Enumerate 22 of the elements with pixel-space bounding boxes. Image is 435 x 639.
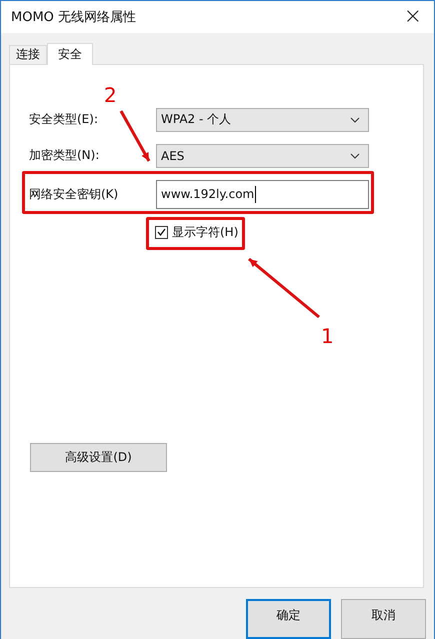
encryption-type-dropdown[interactable]: AES (156, 144, 369, 168)
checkbox[interactable] (155, 226, 168, 239)
chevron-down-icon (350, 116, 360, 123)
annotation-arrow (248, 258, 320, 318)
security-type-dropdown[interactable]: WPA2 - 个人 (156, 108, 369, 132)
window-title: MOMO 无线网络属性 (11, 9, 136, 26)
annotation-number: 2 (104, 85, 117, 105)
close-button[interactable]: × (402, 6, 424, 28)
dialog-button[interactable]: 确定 (246, 599, 331, 639)
tab[interactable]: 安全 (47, 42, 93, 65)
checkmark-icon (157, 228, 166, 236)
dialog-button[interactable]: 取消 (341, 599, 426, 639)
tab[interactable]: 连接 (9, 44, 47, 64)
annotation-arrow (120, 110, 150, 162)
field-label: 加密类型(N): (29, 147, 100, 164)
key-input-field[interactable]: www.192ly.com (156, 180, 369, 209)
field-label: 网络安全密钥(K) (29, 186, 120, 203)
chevron-down-icon (350, 152, 360, 159)
advanced-settings-button[interactable]: 高级设置(D) (30, 442, 167, 472)
annotation-number: 1 (321, 326, 334, 346)
field-label: 安全类型(E): (29, 111, 99, 128)
show-characters-checkbox[interactable]: 显示字符(H) (155, 224, 423, 241)
